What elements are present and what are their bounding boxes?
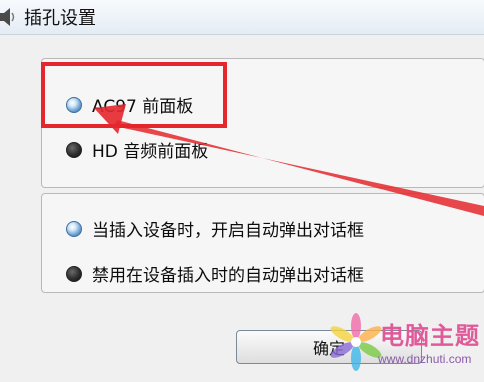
title-bar: 插孔设置: [0, 0, 484, 35]
option-label: HD 音频前面板: [92, 142, 209, 162]
window-title: 插孔设置: [24, 8, 96, 29]
radio-hd-audio-front-panel[interactable]: HD 音频前面板: [66, 137, 208, 162]
radio-selected-icon[interactable]: [66, 220, 82, 237]
radio-enable-auto-popup[interactable]: 当插入设备时，开启自动弹出对话框: [66, 216, 364, 241]
radio-unselected-icon[interactable]: [66, 265, 82, 282]
option-label: 禁用在设备插入时的自动弹出对话框: [92, 266, 364, 286]
flower-logo-icon: [330, 313, 382, 371]
radio-unselected-icon[interactable]: [66, 141, 82, 158]
speaker-icon: [0, 8, 15, 26]
watermark-url: www.dnzhuti.com: [378, 352, 472, 366]
highlight-box: [41, 62, 227, 128]
option-label: 当插入设备时，开启自动弹出对话框: [92, 221, 364, 241]
watermark: 电脑主题 www.dnzhuti.com: [320, 308, 484, 382]
radio-disable-auto-popup[interactable]: 禁用在设备插入时的自动弹出对话框: [66, 261, 364, 286]
watermark-title: 电脑主题: [380, 322, 480, 350]
